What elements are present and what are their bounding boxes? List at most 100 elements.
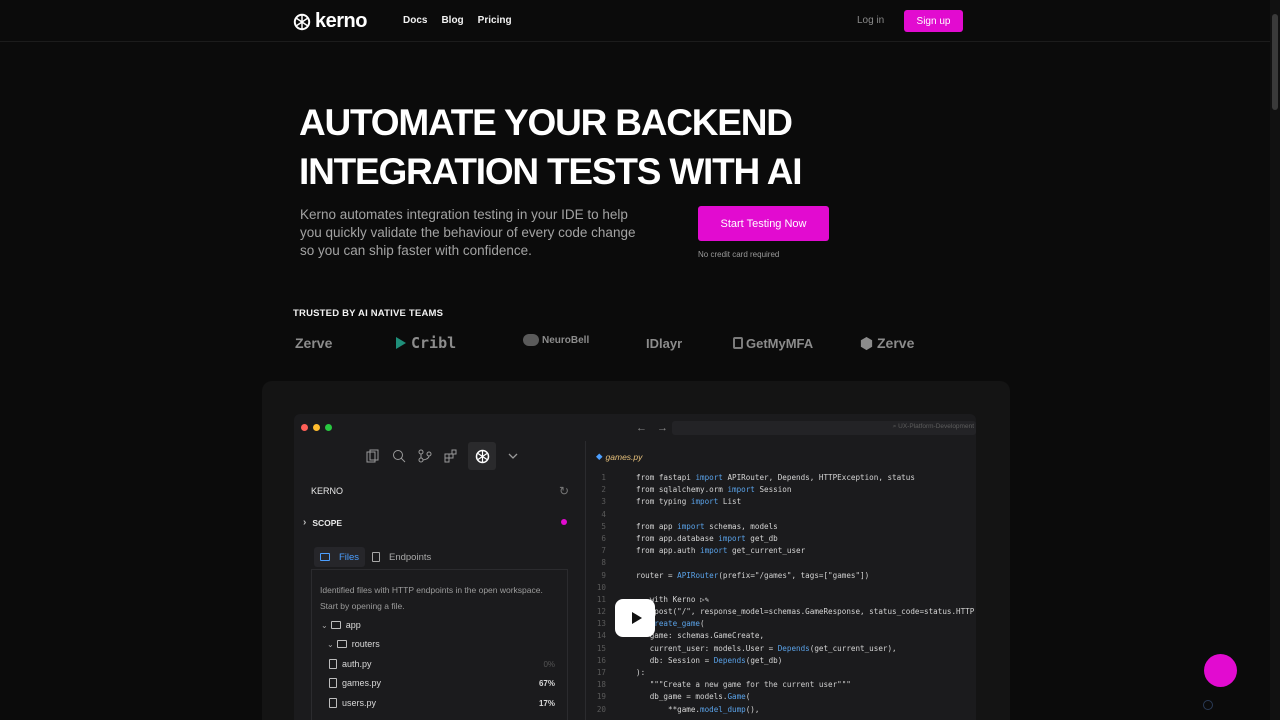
line-number: 5 xyxy=(601,521,606,531)
chat-widget-button[interactable] xyxy=(1204,654,1237,687)
refresh-icon[interactable]: ↻ xyxy=(559,484,569,498)
chevron-right-icon: › xyxy=(303,517,307,528)
nav-link-docs[interactable]: Docs xyxy=(403,15,427,26)
forward-arrow-icon[interactable]: → xyxy=(657,422,668,434)
line-number: 12 xyxy=(596,607,606,617)
tab-files-label: Files xyxy=(339,551,360,563)
code-text: from app import schemas, models xyxy=(636,521,778,533)
code-line: 7 from app.auth import get_current_user xyxy=(592,545,974,557)
file-icon xyxy=(329,698,337,708)
code-token: **game. xyxy=(636,704,701,714)
folder-icon xyxy=(320,553,330,561)
line-number: 19 xyxy=(596,692,606,702)
code-text: from app.database import get_db xyxy=(636,533,778,545)
folder-icon xyxy=(336,640,347,648)
code-line: 18 """Create a new game for the current … xyxy=(592,679,974,691)
code-line: 9 router = APIRouter(prefix="/games", tag… xyxy=(592,570,974,582)
chevron-down-icon: ⌄ xyxy=(321,620,328,630)
code-token: import xyxy=(700,546,728,556)
code-token: schemas, models xyxy=(704,521,778,531)
code-token: current_user: models.User = xyxy=(636,643,778,653)
code-token: router = xyxy=(636,570,678,580)
code-token: game: schemas.GameCreate, xyxy=(636,631,765,641)
nav-links: Docs Blog Pricing xyxy=(403,15,512,26)
tree-folder-app[interactable]: ⌄ app xyxy=(312,616,569,634)
editor-file-tab[interactable]: ◆ games.py xyxy=(596,451,642,462)
line-number: 15 xyxy=(596,643,606,653)
code-token: ): xyxy=(636,668,646,677)
line-number: 11 xyxy=(596,594,606,604)
code-token: Depends xyxy=(777,643,810,653)
code-line: 3 from typing import List xyxy=(592,496,974,508)
cta-note: No credit card required xyxy=(698,250,780,259)
tree-file-users[interactable]: users.py 17% xyxy=(312,694,569,712)
line-number: 13 xyxy=(596,619,606,629)
file-icon xyxy=(329,678,337,688)
line-number: 4 xyxy=(601,509,606,519)
nav-link-pricing[interactable]: Pricing xyxy=(478,15,512,26)
code-line: 15 current_user: models.User = Depends(g… xyxy=(592,643,974,655)
tree-file-auth[interactable]: auth.py 0% xyxy=(312,655,569,673)
code-token: , tags=[ xyxy=(791,570,829,580)
line-number: 16 xyxy=(596,655,606,665)
line-number: 3 xyxy=(601,497,606,507)
line-number: 17 xyxy=(596,668,606,677)
code-token: from app xyxy=(636,521,678,531)
code-line: 4 xyxy=(592,509,974,521)
code-line: 5 from app import schemas, models xyxy=(592,521,974,533)
logo-text: kerno xyxy=(315,10,367,32)
tab-endpoints[interactable]: Endpoints xyxy=(366,547,437,567)
code-token: import xyxy=(695,473,723,482)
code-text: db_game = models.Game( xyxy=(636,691,751,703)
tree-file-games[interactable]: games.py 67% xyxy=(312,674,569,692)
code-token: "games" xyxy=(828,570,861,580)
maximize-dot[interactable] xyxy=(325,424,332,431)
code-token: model_dump xyxy=(700,704,746,714)
scrollbar-thumb[interactable] xyxy=(1272,14,1278,110)
login-link[interactable]: Log in xyxy=(857,15,884,26)
code-editor[interactable]: 1 from fastapi import APIRouter, Depends,… xyxy=(592,472,974,716)
code-token: import xyxy=(718,533,746,543)
kerno-logo[interactable]: kerno xyxy=(293,10,367,33)
signup-button[interactable]: Sign up xyxy=(904,10,963,32)
code-token: APIRouter, Depends, HTTPException, statu… xyxy=(722,473,915,482)
nav-link-blog[interactable]: Blog xyxy=(441,15,463,26)
code-line: 6 from app.database import get_db xyxy=(592,533,974,545)
files-panel: Identified files with HTTP endpoints in … xyxy=(311,570,568,720)
code-token: from app.database xyxy=(636,533,719,543)
coverage-percent: 0% xyxy=(543,659,555,669)
minimize-dot[interactable] xyxy=(313,424,320,431)
ide-window: KERNO ↻ › SCOPE Files Endpoints Identifi… xyxy=(294,414,976,720)
code-line: 20 **game.model_dump(), xyxy=(592,704,974,716)
scope-label: SCOPE xyxy=(312,517,343,528)
command-search-bar[interactable]: ⌕ UX-Platform-Development xyxy=(672,421,976,435)
tree-item-label: app xyxy=(345,620,361,630)
play-video-button[interactable] xyxy=(615,599,655,637)
code-token: get_current_user xyxy=(727,546,806,556)
code-text: from typing import List xyxy=(636,496,741,508)
code-token: APIRouter xyxy=(677,570,719,580)
play-icon xyxy=(631,612,642,624)
brand-logo-idlayr: IDlayr xyxy=(646,330,682,356)
brain-icon xyxy=(523,334,539,346)
chevron-down-icon: ⌄ xyxy=(327,639,334,649)
code-line: 16 db: Session = Depends(get_db) xyxy=(592,655,974,667)
top-nav: kerno Docs Blog Pricing Log in Sign up xyxy=(0,0,1270,42)
editor-history-nav: ← → xyxy=(636,422,668,434)
pane-divider[interactable] xyxy=(585,441,586,720)
page-scrollbar[interactable] xyxy=(1270,0,1280,720)
search-bar-text: ⌕ UX-Platform-Development xyxy=(893,423,974,431)
brand-logo-zerve-2: Zerve xyxy=(859,330,914,356)
start-testing-button[interactable]: Start Testing Now xyxy=(698,206,829,241)
code-token: import xyxy=(677,521,705,531)
back-arrow-icon[interactable]: ← xyxy=(636,422,647,434)
tree-folder-routers[interactable]: ⌄ routers xyxy=(312,635,569,653)
scope-section-toggle[interactable]: › SCOPE xyxy=(303,517,342,528)
code-text: game: schemas.GameCreate, xyxy=(636,630,764,642)
tab-files[interactable]: Files xyxy=(314,547,366,567)
code-token: (get_db) xyxy=(745,655,783,665)
close-dot[interactable] xyxy=(301,424,308,431)
code-token: "/" xyxy=(677,607,691,617)
code-token: from app.auth xyxy=(636,546,701,556)
hero-title-line2: INTEGRATION TESTS WITH AI xyxy=(299,151,803,192)
